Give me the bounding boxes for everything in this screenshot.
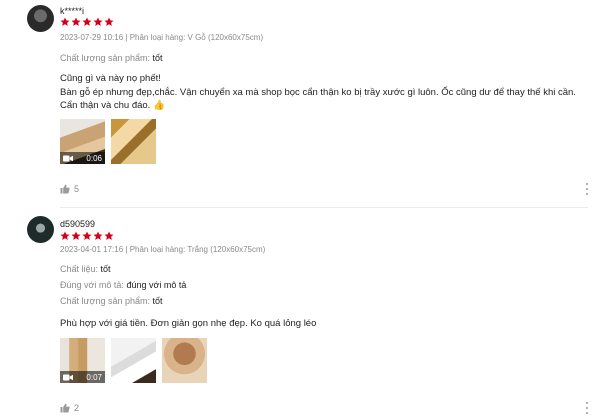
more-vertical-icon[interactable]	[584, 402, 590, 414]
image-thumbnail[interactable]	[162, 338, 207, 383]
review-media: 0:06	[60, 119, 156, 164]
thumbs-up-icon	[60, 184, 70, 194]
star-icon	[104, 231, 114, 241]
like-count: 5	[74, 184, 80, 194]
video-bar: 0:07	[60, 371, 105, 383]
attribute-value: tốt	[152, 53, 163, 63]
review-text-line: Cũng gì và này nọ phết!	[60, 73, 161, 84]
username: k*****i	[60, 6, 85, 16]
review-text-line: Phù hợp với giá tiền. Đơn giản gọn nhẹ đ…	[60, 318, 317, 329]
attribute-row: Đúng với mô tả: đúng với mô tả	[60, 280, 186, 290]
attribute-value: tốt	[152, 296, 163, 306]
rating-stars	[60, 17, 114, 27]
review-text-line: Bàn gỗ ép nhưng đẹp,chắc. Vận chuyển xa …	[60, 86, 576, 112]
username: d590599	[60, 219, 96, 229]
rating-stars	[60, 231, 114, 241]
video-bar: 0:06	[60, 152, 105, 164]
review-text: Phù hợp với giá tiền. Đơn giản gọn nhẹ đ…	[60, 317, 585, 331]
video-thumbnail[interactable]: 0:07	[60, 338, 105, 383]
attribute-value: tốt	[100, 264, 111, 274]
review-card: k*****i 2023-07-29 10:16 | Phân loại hàn…	[0, 0, 600, 207]
like-button[interactable]: 2	[60, 403, 79, 413]
star-icon	[71, 231, 81, 241]
review-card: d590599 2023-04-01 17:16 | Phân loại hàn…	[0, 208, 600, 419]
star-icon	[93, 17, 103, 27]
star-icon	[71, 17, 81, 27]
star-icon	[60, 17, 70, 27]
star-icon	[93, 231, 103, 241]
review-meta: 2023-04-01 17:16 | Phân loại hàng: Trắng…	[60, 245, 266, 254]
review-meta: 2023-07-29 10:16 | Phân loại hàng: V Gỗ …	[60, 33, 264, 42]
review-text: Cũng gì và này nọ phết! Bàn gỗ ép nhưng …	[60, 72, 585, 113]
attribute-row: Chất lượng sản phẩm: tốt	[60, 296, 163, 306]
avatar[interactable]	[27, 5, 54, 32]
video-duration: 0:06	[86, 153, 102, 163]
thumbs-up-icon	[60, 403, 70, 413]
star-icon	[82, 17, 92, 27]
attribute-label: Chất lượng sản phẩm:	[60, 296, 153, 306]
star-icon	[104, 17, 114, 27]
star-icon	[82, 231, 92, 241]
like-button[interactable]: 5	[60, 184, 79, 194]
video-camera-icon	[63, 155, 73, 161]
attribute-row: Chất liệu: tốt	[60, 264, 111, 274]
attribute-row: Chất lượng sản phẩm: tốt	[60, 53, 163, 63]
star-icon	[60, 231, 70, 241]
video-thumbnail[interactable]: 0:06	[60, 119, 105, 164]
more-vertical-icon[interactable]	[584, 183, 590, 195]
video-duration: 0:07	[86, 372, 102, 382]
image-thumbnail[interactable]	[111, 119, 156, 164]
image-thumbnail[interactable]	[111, 338, 156, 383]
review-media: 0:07	[60, 338, 207, 383]
video-camera-icon	[63, 374, 73, 380]
attribute-label: Đúng với mô tả:	[60, 280, 127, 290]
attribute-label: Chất liệu:	[60, 264, 101, 274]
attribute-value: đúng với mô tả	[126, 280, 187, 290]
like-count: 2	[74, 403, 80, 413]
attribute-label: Chất lượng sản phẩm:	[60, 53, 153, 63]
avatar[interactable]	[27, 216, 54, 243]
